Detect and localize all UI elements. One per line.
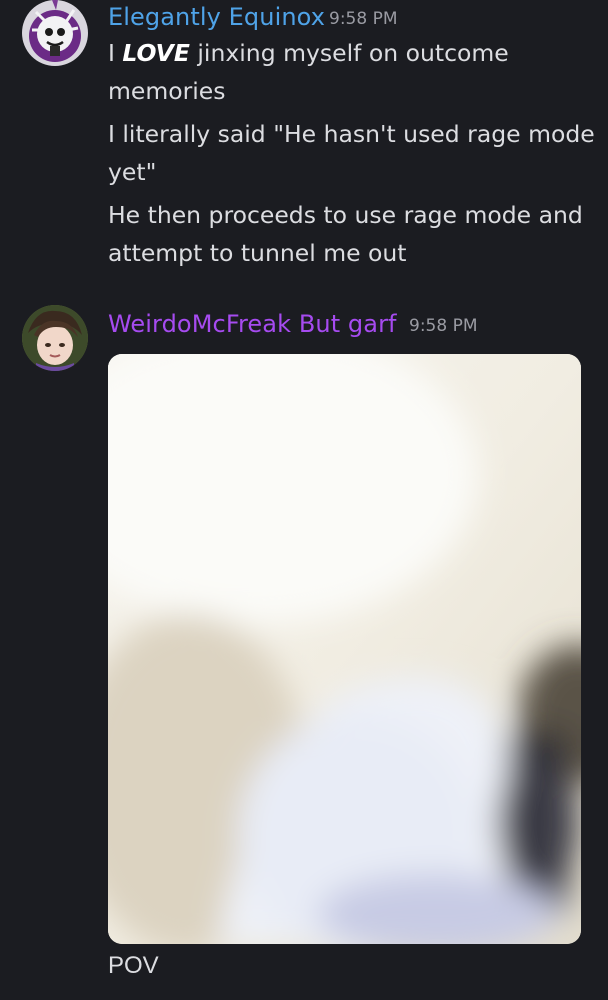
username[interactable]: WeirdoMcFreak But garf xyxy=(108,310,397,338)
character-avatar-icon xyxy=(22,305,88,371)
blurred-photo-image xyxy=(108,354,581,944)
message-caption: POV xyxy=(108,952,159,979)
media-attachment[interactable] xyxy=(108,354,581,944)
timestamp: 9:58 PM xyxy=(409,316,478,336)
message-2: WeirdoMcFreak But garf 9:58 PM POV xyxy=(0,0,608,1000)
avatar[interactable] xyxy=(22,305,88,371)
